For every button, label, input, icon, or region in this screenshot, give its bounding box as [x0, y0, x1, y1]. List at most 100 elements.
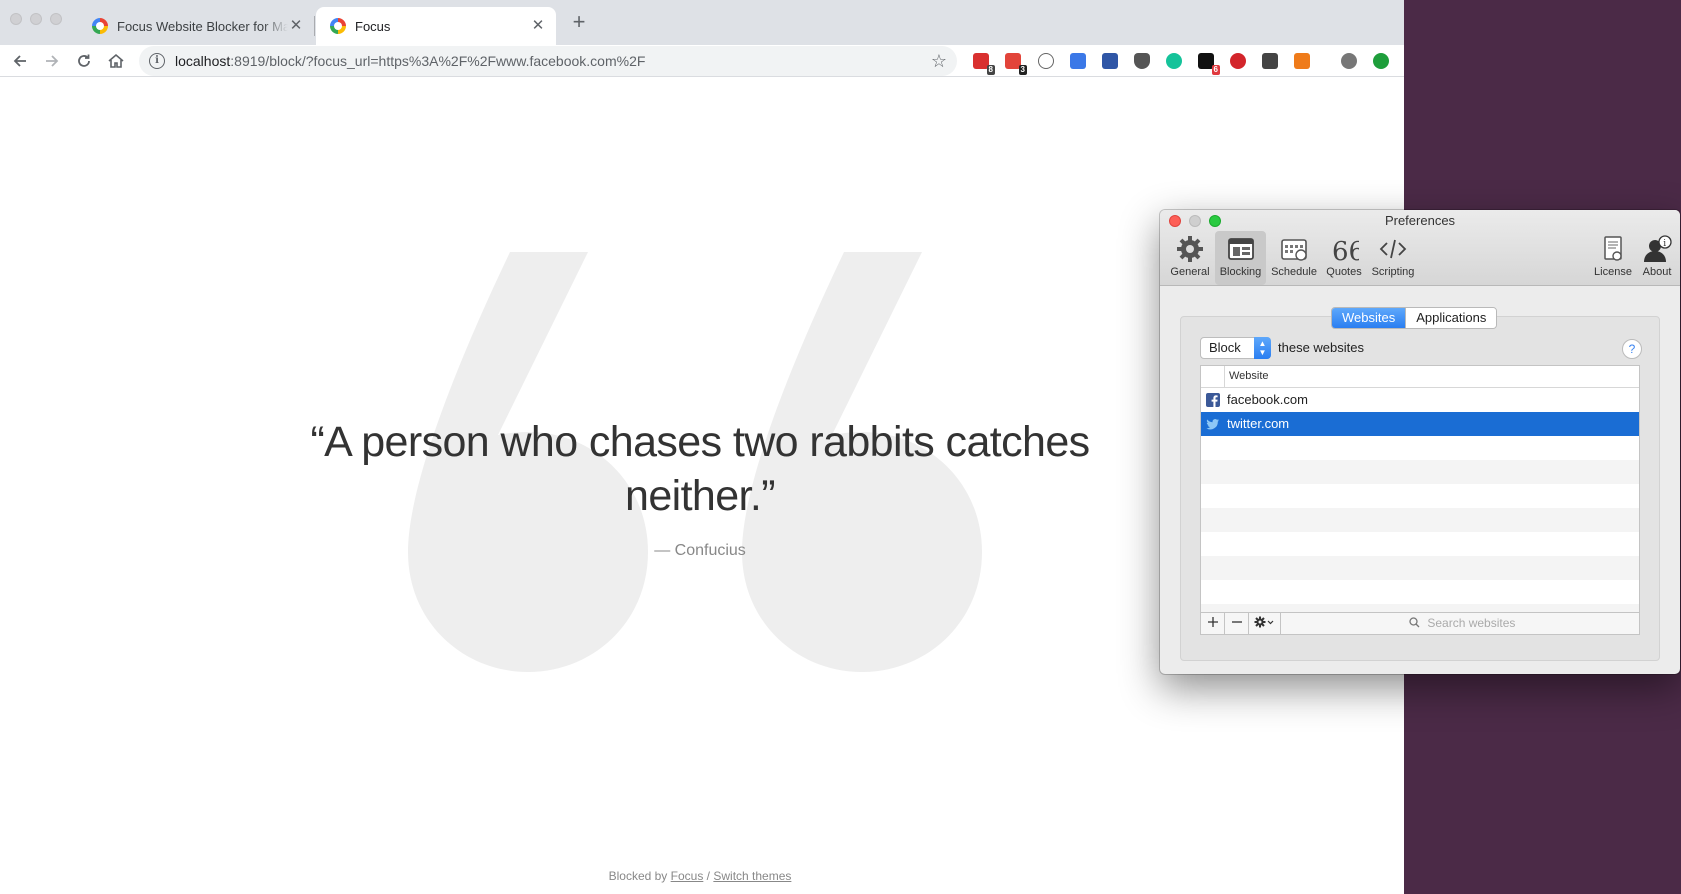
extension-amazon-icon[interactable]: 6: [1198, 53, 1220, 75]
new-tab-button[interactable]: +: [568, 11, 590, 33]
quotes-icon: 66: [1332, 237, 1359, 264]
close-icon[interactable]: ✕: [288, 18, 304, 34]
window-minimize-button[interactable]: [30, 13, 42, 25]
segment-websites[interactable]: Websites: [1332, 308, 1406, 328]
preferences-window: Preferences General Blocking Schedule 66…: [1160, 210, 1680, 674]
back-arrow-icon[interactable]: [8, 49, 32, 73]
reload-icon[interactable]: [72, 49, 96, 73]
tab-blocking[interactable]: Blocking: [1215, 231, 1266, 285]
gear-icon: [1177, 236, 1203, 262]
block-mode-suffix: these websites: [1278, 340, 1364, 355]
focus-favicon-icon: [330, 18, 346, 34]
table-row[interactable]: twitter.com: [1201, 412, 1639, 436]
page-footer: Blocked by Focus / Switch themes: [400, 869, 1000, 883]
tab-title: Focus Website Blocker for Mac: [117, 18, 288, 34]
twitter-icon: [1206, 419, 1219, 430]
switch-themes-link[interactable]: Switch themes: [713, 869, 791, 883]
info-icon[interactable]: i: [149, 53, 165, 69]
tab-label: Blocking: [1219, 266, 1262, 278]
extension-bookmark-icon[interactable]: [1102, 53, 1118, 69]
tab-license[interactable]: License: [1590, 231, 1636, 285]
table-header: Website: [1201, 366, 1639, 388]
empty-row: [1201, 484, 1639, 508]
close-icon[interactable]: ✕: [530, 18, 546, 34]
gear-menu-icon: [1254, 616, 1273, 628]
minus-icon: [1231, 621, 1242, 623]
code-icon: [1379, 239, 1407, 259]
extension-calendar-icon[interactable]: 8: [973, 53, 995, 75]
site-name: twitter.com: [1227, 416, 1290, 431]
svg-text:i: i: [1663, 239, 1666, 249]
window-close-button[interactable]: [10, 13, 22, 25]
tab-about[interactable]: i About: [1637, 231, 1677, 285]
tab-label: Scripting: [1371, 266, 1415, 278]
forward-arrow-icon[interactable]: [40, 49, 64, 73]
quote-text: “A person who chases two rabbits catches…: [310, 418, 1090, 520]
window-zoom-button[interactable]: [50, 13, 62, 25]
update-arrow-icon[interactable]: [1373, 53, 1389, 69]
address-bar[interactable]: i localhost:8919/block/?focus_url=https%…: [139, 46, 957, 76]
remove-button[interactable]: [1225, 613, 1249, 634]
footer-prefix: Blocked by: [608, 869, 668, 883]
empty-row: [1201, 460, 1639, 484]
user-info-icon: i: [1644, 235, 1672, 262]
tab-focus-website-blocker[interactable]: Focus Website Blocker for Mac ✕: [78, 7, 314, 45]
action-menu-button[interactable]: [1249, 613, 1281, 634]
preferences-title: Preferences: [1384, 213, 1456, 228]
block-mode-select[interactable]: Block ▲ ▼: [1200, 337, 1271, 359]
browser-toolbar: i localhost:8919/block/?focus_url=https%…: [0, 45, 1404, 77]
table-row[interactable]: facebook.com: [1201, 388, 1639, 412]
empty-row: [1201, 436, 1639, 460]
extension-rss-icon[interactable]: [1294, 53, 1310, 69]
websites-applications-segmented-control: Websites Applications: [1331, 307, 1498, 329]
icon-column-header[interactable]: [1201, 366, 1225, 387]
empty-row: [1201, 580, 1639, 604]
tab-label: General: [1170, 266, 1210, 278]
help-button[interactable]: ?: [1622, 339, 1642, 359]
empty-row: [1201, 556, 1639, 580]
bookmark-star-icon[interactable]: ☆: [931, 50, 947, 72]
extension-download-icon[interactable]: [1262, 53, 1278, 69]
site-name: facebook.com: [1227, 392, 1308, 407]
certificate-icon: [1604, 236, 1622, 261]
quote-author: — Confucius: [654, 542, 746, 559]
url-text: localhost:8919/block/?focus_url=https%3A…: [175, 53, 646, 69]
empty-row: [1201, 532, 1639, 556]
empty-row: [1201, 508, 1639, 532]
tab-quotes[interactable]: 66 Quotes: [1322, 231, 1366, 285]
extension-calendar-blue-icon[interactable]: [1070, 53, 1086, 69]
facebook-icon: [1206, 393, 1220, 407]
extension-pinterest-icon[interactable]: [1230, 53, 1246, 69]
segment-applications[interactable]: Applications: [1405, 308, 1497, 328]
extension-info-icon[interactable]: [1038, 53, 1054, 69]
tab-label: Quotes: [1326, 266, 1362, 278]
home-icon[interactable]: [104, 49, 128, 73]
svg-text:66: 66: [1332, 237, 1359, 264]
search-websites-field[interactable]: Search websites: [1409, 616, 1515, 630]
select-arrows-icon: ▲ ▼: [1254, 337, 1271, 359]
profile-avatar[interactable]: [1341, 53, 1357, 69]
tab-scripting[interactable]: Scripting: [1366, 231, 1420, 285]
footer-separator: /: [706, 869, 711, 883]
preferences-toolbar: Preferences General Blocking Schedule 66…: [1160, 210, 1680, 286]
plus-icon: [1207, 617, 1218, 627]
block-mode-value: Block: [1209, 340, 1241, 355]
add-button[interactable]: [1201, 613, 1225, 634]
tab-general[interactable]: General: [1166, 231, 1214, 285]
extension-pocket-icon[interactable]: [1134, 53, 1150, 69]
tab-title: Focus: [355, 18, 391, 34]
tab-label: About: [1642, 266, 1672, 278]
tab-strip: Focus Website Blocker for Mac ✕ Focus ✕ …: [0, 0, 1404, 45]
tab-focus[interactable]: Focus ✕: [316, 7, 556, 45]
tab-label: License: [1594, 266, 1632, 278]
focus-link[interactable]: Focus: [671, 869, 704, 883]
extension-todoist-icon[interactable]: 3: [1005, 53, 1027, 75]
table-footer: Search websites: [1200, 613, 1640, 635]
empty-row: [1201, 604, 1639, 612]
website-column-header[interactable]: Website: [1229, 370, 1269, 382]
tab-label: Schedule: [1271, 266, 1317, 278]
calendar-icon: [1281, 239, 1307, 261]
extension-grammarly-icon[interactable]: [1166, 53, 1182, 69]
tab-schedule[interactable]: Schedule: [1267, 231, 1321, 285]
blocking-window-icon: [1227, 238, 1254, 260]
